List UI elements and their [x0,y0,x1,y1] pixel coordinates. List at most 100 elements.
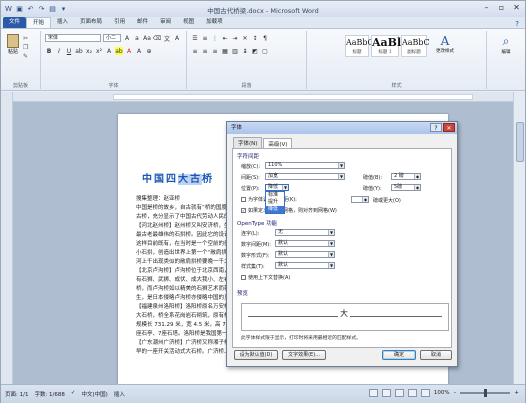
increase-indent-icon[interactable]: ⇥ [231,34,239,42]
position-combo[interactable]: 降低 ▼ [265,184,289,191]
font-size-box[interactable]: 小二 [103,34,121,42]
align-center-icon[interactable]: ≡ [201,47,209,55]
tab-insert[interactable]: 插入 [51,17,74,28]
status-language[interactable]: 中文(中国) [82,390,108,398]
editing-button[interactable]: ⌕ 编辑 [496,34,516,55]
tab-page-layout[interactable]: 页面布局 [74,17,108,28]
bullets-icon[interactable]: ☰ [191,34,199,42]
spacing-combo[interactable]: 加宽 ▼ [265,173,345,180]
status-words[interactable]: 字数: 1/688 [34,390,64,398]
cancel-button[interactable]: 取消 [420,350,452,360]
format-painter-icon[interactable]: ✎ [23,53,31,60]
shading-icon[interactable]: ◩ [251,47,259,55]
dialog-close-icon[interactable]: ✕ [443,123,455,132]
text-effects-button[interactable]: 文字效果(E)... [282,350,326,360]
grow-font-icon[interactable]: A [123,34,131,42]
justify-icon[interactable]: ▦ [221,47,229,55]
help-icon[interactable]: ? [515,20,519,28]
decrease-indent-icon[interactable]: ⇤ [221,34,229,42]
position-dropdown-list[interactable]: 标准 提升 降低 [265,191,285,214]
kerning-spinner[interactable]: ◆ [351,196,369,203]
align-right-icon[interactable]: ≡ [211,47,219,55]
tab-review[interactable]: 审阅 [154,17,177,28]
text-effects-icon[interactable]: A [105,47,113,55]
num-spacing-combo[interactable]: 默认 ▼ [275,240,335,247]
ligatures-combo[interactable]: 无 ▼ [275,229,335,236]
subscript-icon[interactable]: x₂ [85,47,93,55]
tab-mailings[interactable]: 邮件 [131,17,154,28]
position-option[interactable]: 提升 [266,199,284,206]
status-mode[interactable]: 插入 [114,390,125,398]
snap-to-grid-checkbox[interactable]: ✓ 如果定义了文档网格，则对齐到网格(W) [241,207,337,214]
chinese-layout-icon[interactable]: ✕ [241,34,249,42]
close-icon[interactable]: ✕ [511,3,522,13]
superscript-icon[interactable]: x² [95,47,103,55]
bold-icon[interactable]: B [45,47,53,55]
style-subtitle[interactable]: AaBbC 副标题 [401,35,430,57]
tab-file[interactable]: 文件 [3,17,27,28]
draft-view-icon[interactable] [420,389,430,397]
tab-addins[interactable]: 加载项 [200,17,229,28]
tab-references[interactable]: 引用 [108,17,131,28]
cut-icon[interactable]: ✂ [23,35,31,42]
numbering-icon[interactable]: ≡ [201,34,209,42]
multilevel-list-icon[interactable]: ⋮ [211,34,219,42]
num-forms-combo[interactable]: 默认 ▼ [275,251,335,258]
style-heading1[interactable]: AaBl 标题 1 [371,35,401,57]
zoom-out-icon[interactable]: – [454,390,457,396]
zoom-level[interactable]: 100% [434,390,450,396]
copy-icon[interactable]: ❐ [23,44,31,51]
style-sets-combo[interactable]: 默认 ▼ [275,262,335,269]
selected-text[interactable]: 大古 [178,174,202,185]
scale-combo[interactable]: 110% ▼ [265,162,345,169]
minimize-icon[interactable]: – [481,3,492,13]
zoom-slider[interactable] [460,389,511,397]
highlight-icon[interactable]: ab [115,47,123,55]
enclose-char-icon[interactable]: ⊕ [145,47,153,55]
line-spacing-icon[interactable]: ↨ [241,47,249,55]
contextual-alternates-checkbox[interactable]: 使用上下文替换(A) [241,274,290,281]
zoom-slider-thumb[interactable] [484,389,488,397]
proofing-icon[interactable]: ✓ [71,390,76,398]
print-layout-view-icon[interactable] [368,389,378,397]
clear-format-icon[interactable]: ⌫ [153,34,161,42]
font-name-box[interactable]: 宋体 [45,34,101,42]
chevron-down-icon: ▼ [338,174,344,179]
change-case-icon[interactable]: Aa [143,34,151,42]
font-color-icon[interactable]: A [125,47,133,55]
sort-icon[interactable]: ↕ [251,34,259,42]
align-left-icon[interactable]: ≡ [191,47,199,55]
shrink-font-icon[interactable]: a [133,34,141,42]
borders-icon[interactable]: ▢ [261,47,269,55]
position-option-selected[interactable]: 降低 [266,206,284,213]
tab-font[interactable]: 字体(N) [233,137,263,148]
dialog-help-icon[interactable]: ? [430,123,442,132]
tab-view[interactable]: 视图 [177,17,200,28]
web-layout-view-icon[interactable] [394,389,404,397]
scrollbar-thumb[interactable] [516,122,524,162]
zoom-in-icon[interactable]: + [514,390,519,396]
show-marks-icon[interactable]: ¶ [261,34,269,42]
doc-title[interactable]: 中国四大古桥 [142,170,214,185]
char-border-icon[interactable]: A [173,34,181,42]
position-option[interactable]: 标准 [266,192,284,199]
style-title[interactable]: AaBbC 标题 [345,35,374,57]
vertical-scrollbar[interactable] [513,92,525,384]
spacing-by-spinner[interactable]: 2 磅 ◆ [391,173,421,180]
maximize-icon[interactable]: ▫ [496,3,507,13]
set-default-button[interactable]: 设为默认值(D) [234,350,278,360]
italic-icon[interactable]: I [55,47,63,55]
outline-view-icon[interactable] [407,389,417,397]
ok-button[interactable]: 确定 [382,350,416,360]
change-styles-button[interactable]: A 更改样式 [435,34,455,54]
tab-home[interactable]: 开始 [26,17,52,28]
phonetic-guide-icon[interactable]: 文 [163,34,171,43]
paste-button[interactable]: 粘贴 [5,34,21,56]
position-by-spinner[interactable]: 5磅 ◆ [391,184,421,191]
full-screen-view-icon[interactable] [381,389,391,397]
distributed-icon[interactable]: ▥ [231,47,239,55]
status-page[interactable]: 页面: 1/1 [5,390,28,398]
strikethrough-icon[interactable]: ab [75,47,83,55]
char-shading-icon[interactable]: A [135,47,143,55]
underline-icon[interactable]: U [65,47,73,55]
